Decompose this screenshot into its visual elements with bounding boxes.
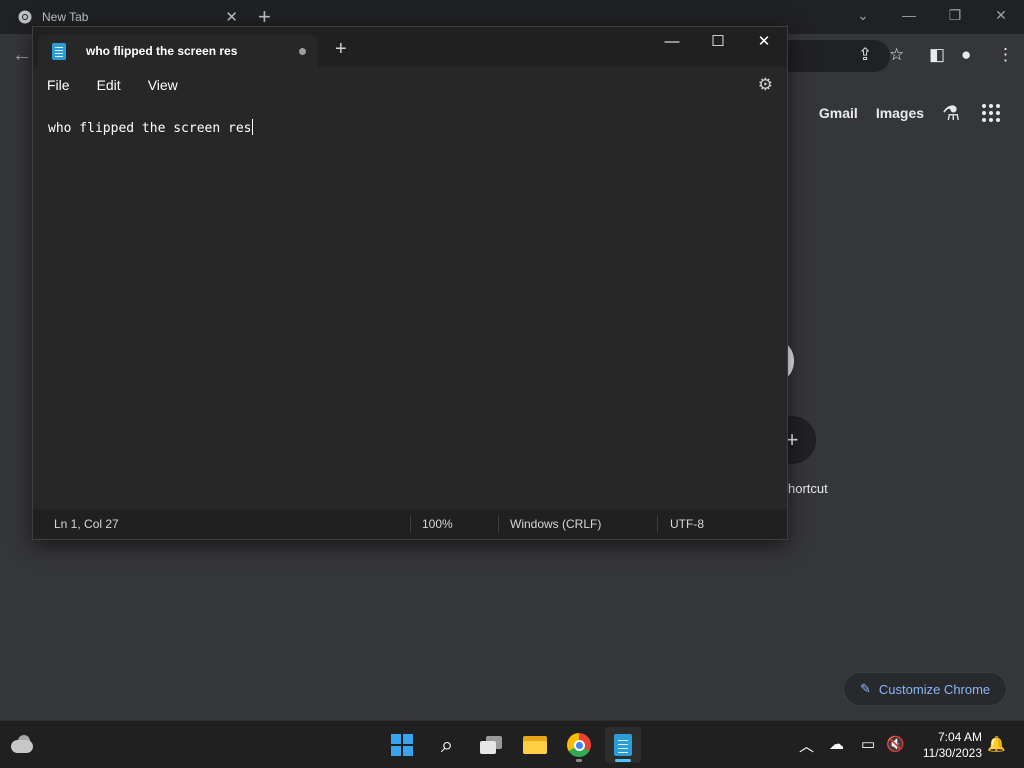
notepad-icon [614,734,632,756]
side-panel-icon[interactable]: ◧ [929,45,945,65]
folder-icon [523,736,547,754]
chrome-minimize-button[interactable]: — [886,0,932,30]
display-icon[interactable]: ▭ [861,735,875,753]
document-tab-title: who flipped the screen res [86,44,238,58]
status-divider [498,515,499,533]
volume-muted-icon[interactable]: 🔇 [886,735,905,753]
search-icon: ⌕ [440,732,454,757]
notepad-taskbar-button[interactable] [605,727,641,763]
share-icon[interactable]: ⇪ [858,45,872,65]
notepad-maximize-button[interactable]: ☐ [695,27,741,57]
notepad-document-tab[interactable]: who flipped the screen res [38,35,318,67]
status-encoding: UTF-8 [670,517,704,531]
menu-view[interactable]: View [148,77,178,93]
chrome-icon [567,733,591,757]
status-line-ending: Windows (CRLF) [510,517,602,531]
status-divider [657,515,658,533]
taskbar-search-button[interactable]: ⌕ [429,727,465,763]
task-view-icon [480,736,502,754]
search-labs-icon[interactable]: ⚗ [942,101,960,126]
settings-gear-icon[interactable]: ⚙ [758,75,773,95]
task-view-button[interactable] [473,727,509,763]
notepad-new-tab-button[interactable]: + [335,39,347,59]
onedrive-icon[interactable]: ☁ [829,735,844,753]
chrome-menu-icon[interactable]: ⋮ [997,45,1014,65]
profile-icon[interactable]: ● [961,45,971,65]
omnibox[interactable] [780,40,890,72]
taskbar: ⌕ ︿ ☁ ▭ 🔇 7:04 AM 11/30/2023 🔔 [0,720,1024,768]
google-apps-icon[interactable] [978,100,1004,126]
chrome-restore-button[interactable]: ❐ [932,0,978,30]
notepad-app-icon [52,42,66,60]
notepad-title-bar[interactable]: who flipped the screen res + — ☐ ✕ [33,27,787,67]
notepad-menu-bar: File Edit View ⚙ [33,67,787,103]
show-hidden-icons-chevron-icon[interactable]: ︿ [799,735,814,756]
customize-chrome-label: Customize Chrome [878,681,991,697]
close-tab-icon[interactable]: ✕ [225,8,238,26]
file-explorer-button[interactable] [517,727,553,763]
back-arrow-icon[interactable]: ← [12,44,32,67]
document-text: who flipped the screen res [48,121,252,136]
ntp-header-links: Gmail Images ⚗ [819,100,1004,126]
status-cursor-position: Ln 1, Col 27 [54,517,119,531]
gmail-link[interactable]: Gmail [819,105,858,121]
notepad-window-controls: — ☐ ✕ [649,27,787,57]
bookmark-star-icon[interactable]: ☆ [889,45,904,65]
status-divider [410,515,411,533]
chrome-logo-icon [18,10,32,24]
menu-file[interactable]: File [47,77,70,93]
add-shortcut-label: hortcut [788,481,828,496]
windows-logo-icon [391,734,413,756]
notepad-text-area[interactable]: who flipped the screen res [33,103,787,511]
running-indicator [576,759,582,762]
notepad-close-button[interactable]: ✕ [741,27,787,57]
chrome-window-controls: ⌄ — ❐ ✕ [840,0,1024,30]
taskbar-clock[interactable]: 7:04 AM 11/30/2023 [923,729,982,761]
menu-edit[interactable]: Edit [97,77,121,93]
images-link[interactable]: Images [876,105,924,121]
clock-date: 11/30/2023 [922,746,982,760]
pencil-icon: ✎ [860,681,871,696]
chrome-close-button[interactable]: ✕ [978,0,1024,30]
status-zoom: 100% [422,517,453,531]
weather-widget-icon[interactable] [11,735,33,755]
tab-search-icon[interactable]: ⌄ [840,0,886,30]
chrome-tab-title: New Tab [42,10,89,24]
notification-bell-icon[interactable]: 🔔 [987,735,1006,753]
customize-chrome-button[interactable]: ✎ Customize Chrome [843,672,1007,706]
chrome-taskbar-button[interactable] [561,727,597,763]
notepad-window: who flipped the screen res + — ☐ ✕ File … [32,26,788,540]
clock-time: 7:04 AM [937,730,982,744]
text-caret [251,119,253,135]
notepad-status-bar: Ln 1, Col 27 100% Windows (CRLF) UTF-8 [33,509,787,539]
start-button[interactable] [384,727,420,763]
unsaved-changes-dot-icon[interactable] [299,47,306,55]
active-indicator [615,759,631,762]
notepad-minimize-button[interactable]: — [649,27,695,57]
